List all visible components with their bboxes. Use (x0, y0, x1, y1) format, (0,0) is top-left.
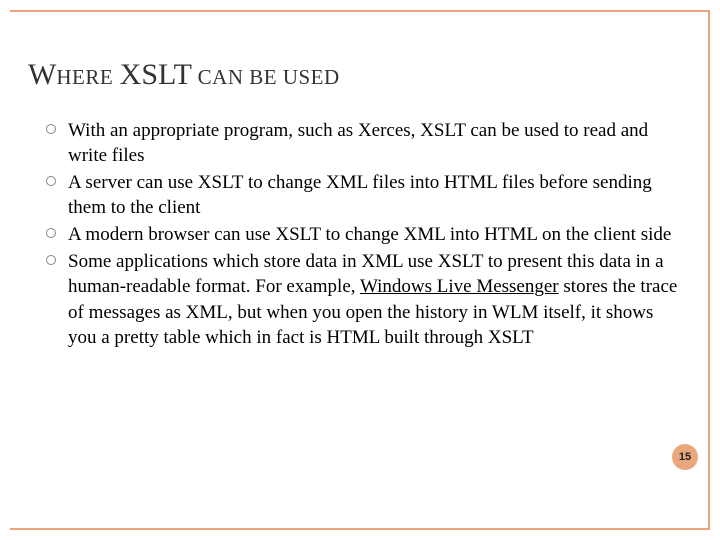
title-cap-w: W (28, 58, 56, 91)
title-xslt: XSLT (120, 58, 192, 91)
frame-border-top (10, 10, 710, 12)
title-tail: CAN BE USED (192, 65, 340, 89)
title-rest-w: HERE (56, 65, 113, 89)
page-title: WHERE XSLT CAN BE USED (28, 58, 684, 92)
bullet-text: A modern browser can use XSLT to change … (68, 224, 671, 245)
circle-bullet-icon (46, 255, 56, 265)
slide-content: WHERE XSLT CAN BE USED With an appropria… (28, 58, 684, 352)
frame-border-bottom (10, 528, 710, 530)
bullet-link: Windows Live Messenger (360, 276, 559, 297)
list-item: A server can use XSLT to change XML file… (46, 170, 684, 220)
circle-bullet-icon (46, 176, 56, 186)
list-item: Some applications which store data in XM… (46, 249, 684, 349)
frame-border-right (708, 10, 710, 530)
page-number: 15 (679, 451, 691, 463)
list-item: With an appropriate program, such as Xer… (46, 118, 684, 168)
circle-bullet-icon (46, 124, 56, 134)
page-number-badge: 15 (672, 444, 698, 470)
bullet-list: With an appropriate program, such as Xer… (28, 118, 684, 350)
list-item: A modern browser can use XSLT to change … (46, 222, 684, 247)
bullet-text: With an appropriate program, such as Xer… (68, 120, 648, 166)
circle-bullet-icon (46, 228, 56, 238)
bullet-text: A server can use XSLT to change XML file… (68, 172, 652, 218)
